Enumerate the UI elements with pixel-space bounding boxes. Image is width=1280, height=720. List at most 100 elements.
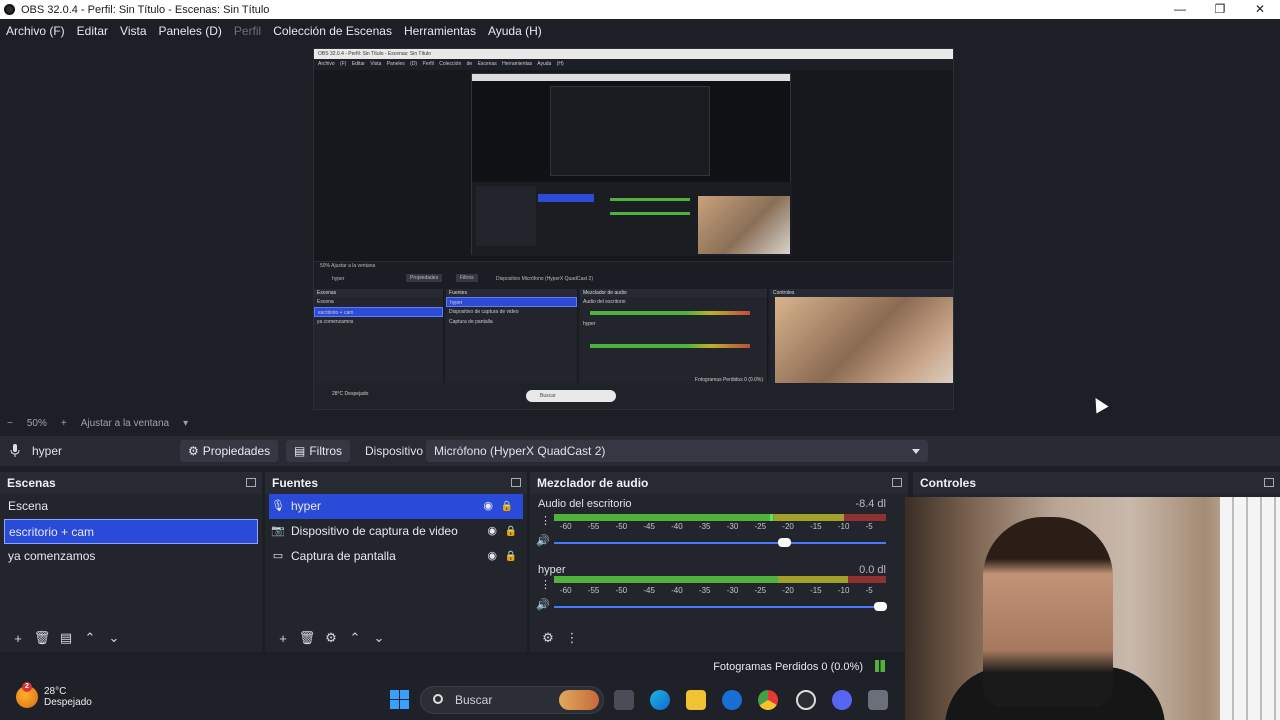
menu-ayuda[interactable]: Ayuda (H): [482, 24, 548, 38]
mic-icon: [10, 444, 20, 457]
device-select[interactable]: Micrófono (HyperX QuadCast 2): [426, 440, 928, 462]
move-up-icon[interactable]: ⌃: [78, 630, 102, 646]
trash-icon[interactable]: 🗑: [30, 630, 54, 646]
device-label: Dispositivo: [365, 444, 424, 458]
eye-icon[interactable]: ◉: [487, 544, 497, 569]
close-button[interactable]: ✕: [1240, 0, 1280, 19]
filters-button[interactable]: ▤ Filtros: [286, 440, 351, 462]
volume-slider-knob[interactable]: [874, 602, 887, 611]
preview-area[interactable]: OBS 32.0.4 - Perfil: Sin Título - Escena…: [0, 42, 1280, 414]
zoom-in-button[interactable]: +: [61, 418, 67, 429]
filter-icon[interactable]: ▤: [54, 630, 78, 646]
move-up-icon[interactable]: ⌃: [343, 630, 367, 646]
gear-icon[interactable]: ⚙: [319, 630, 343, 646]
eye-icon[interactable]: ◉: [483, 494, 493, 519]
move-down-icon[interactable]: ⌄: [102, 630, 126, 646]
weather-sun-icon: 2: [16, 682, 38, 708]
menu-coleccion-escenas[interactable]: Colección de Escenas: [267, 24, 398, 38]
minimize-button[interactable]: —: [1160, 0, 1200, 19]
volume-slider-knob[interactable]: [778, 538, 791, 547]
scene-item[interactable]: Escena: [0, 494, 262, 519]
level-meter: [554, 576, 886, 583]
weather-condition: Despejado: [44, 697, 92, 708]
menu-bar: Archivo (F) Editar Vista Paneles (D) Per…: [0, 19, 1280, 42]
controls-dock-header: Controles: [913, 472, 1280, 494]
chevron-down-icon[interactable]: ▾: [183, 418, 188, 429]
lock-icon[interactable]: 🔒: [501, 494, 513, 519]
source-item[interactable]: 📷 Dispositivo de captura de video ◉ 🔒: [265, 519, 527, 544]
taskbar-search[interactable]: Buscar: [420, 686, 604, 714]
trash-icon[interactable]: 🗑: [295, 630, 319, 646]
webcam-overlay: [905, 497, 1280, 720]
monitor-icon: ▭: [272, 550, 284, 562]
volume-slider[interactable]: [554, 542, 886, 544]
camera-icon: 📷: [271, 525, 285, 537]
menu-vista[interactable]: Vista: [114, 24, 152, 38]
search-highlight-icon: [559, 690, 599, 710]
menu-perfil[interactable]: Perfil: [228, 24, 267, 38]
chevron-down-icon: [912, 449, 920, 454]
properties-button[interactable]: ⚙ Propiedades: [180, 440, 279, 462]
preview-mini-taskbar: 28°C Despejado Buscar: [314, 383, 953, 409]
menu-paneles[interactable]: Paneles (D): [153, 24, 228, 38]
source-item[interactable]: ▭ Captura de pantalla ◉ 🔒: [265, 544, 527, 569]
windows-start-icon[interactable]: [390, 690, 409, 709]
more-icon[interactable]: ⋮: [540, 514, 551, 527]
chrome-icon[interactable]: [758, 690, 778, 710]
lock-icon[interactable]: 🔒: [505, 519, 517, 544]
obs-logo-icon: [4, 4, 15, 15]
preview-mini-docks: Escenas Escena escritorio + cam ya comen…: [314, 289, 953, 409]
program-preview[interactable]: OBS 32.0.4 - Perfil: Sin Título - Escena…: [313, 48, 954, 410]
speaker-icon[interactable]: 🔊: [536, 598, 550, 611]
mouse-cursor-icon: [1089, 394, 1109, 414]
weather-widget[interactable]: 2 28°C Despejado: [16, 682, 92, 708]
hp-icon[interactable]: [722, 690, 742, 710]
sources-dock-header: Fuentes: [265, 472, 527, 494]
menu-herramientas[interactable]: Herramientas: [398, 24, 482, 38]
more-icon[interactable]: ⋮: [540, 578, 551, 591]
undock-icon[interactable]: [1264, 478, 1274, 487]
channel-name: Audio del escritorio: [538, 498, 632, 510]
undock-icon[interactable]: [511, 478, 521, 487]
volume-slider[interactable]: [554, 606, 886, 608]
mixer-channel: hyper 0.0 dl ⋮ -60 -55 -50 -45 -40 -35 -…: [536, 564, 887, 611]
undock-icon[interactable]: [246, 478, 256, 487]
dropped-frames-status: Fotogramas Perdidos 0 (0.0%): [713, 661, 863, 673]
scene-item[interactable]: ya comenzamos: [0, 544, 262, 569]
sources-dock: Fuentes 🎙 hyper ◉ 🔒 📷 Dispositivo de cap…: [265, 472, 527, 652]
advanced-audio-gear-icon[interactable]: ⚙: [536, 630, 560, 646]
add-source-icon[interactable]: +: [271, 631, 295, 646]
source-item-selected[interactable]: 🎙 hyper ◉ 🔒: [269, 494, 523, 519]
scene-item-selected[interactable]: escritorio + cam: [4, 519, 258, 544]
more-icon[interactable]: ⋮: [560, 630, 584, 646]
edge-icon[interactable]: [650, 690, 670, 710]
mixer-dock-header: Mezclador de audio: [530, 472, 908, 494]
settings-gear-icon[interactable]: [868, 690, 888, 710]
mic-icon: 🎙: [271, 500, 285, 512]
zoom-out-button[interactable]: −: [7, 418, 13, 429]
preview-nested-screen: [471, 73, 792, 256]
selected-source-name: hyper: [32, 444, 63, 458]
channel-db: 0.0 dl: [859, 564, 886, 576]
add-scene-icon[interactable]: +: [6, 631, 30, 646]
obs-taskbar-icon[interactable]: [796, 690, 816, 710]
maximize-button[interactable]: ❐: [1200, 0, 1240, 19]
file-explorer-gray-icon[interactable]: [614, 690, 634, 710]
undock-icon[interactable]: [892, 478, 902, 487]
status-bar: Fotogramas Perdidos 0 (0.0%): [0, 656, 905, 678]
audio-mixer-dock: Mezclador de audio Audio del escritorio …: [530, 472, 908, 652]
move-down-icon[interactable]: ⌄: [367, 630, 391, 646]
preview-mini-menu: Archivo (F) Editar Vista Paneles (D) Per…: [314, 59, 953, 70]
speaker-icon[interactable]: 🔊: [536, 534, 550, 547]
menu-archivo[interactable]: Archivo (F): [0, 24, 71, 38]
window-title: OBS 32.0.4 - Perfil: Sin Título - Escena…: [21, 3, 270, 16]
preview-zoom-bar: − 50% + Ajustar a la ventana ▾: [0, 414, 1280, 432]
lock-icon[interactable]: 🔒: [505, 544, 517, 569]
folder-icon[interactable]: [686, 690, 706, 710]
discord-icon[interactable]: [832, 690, 852, 710]
eye-icon[interactable]: ◉: [487, 519, 497, 544]
menu-editar[interactable]: Editar: [71, 24, 114, 38]
zoom-fit-select[interactable]: Ajustar a la ventana: [81, 418, 169, 429]
search-icon: [433, 694, 443, 704]
scenes-dock-header: Escenas: [0, 472, 262, 494]
